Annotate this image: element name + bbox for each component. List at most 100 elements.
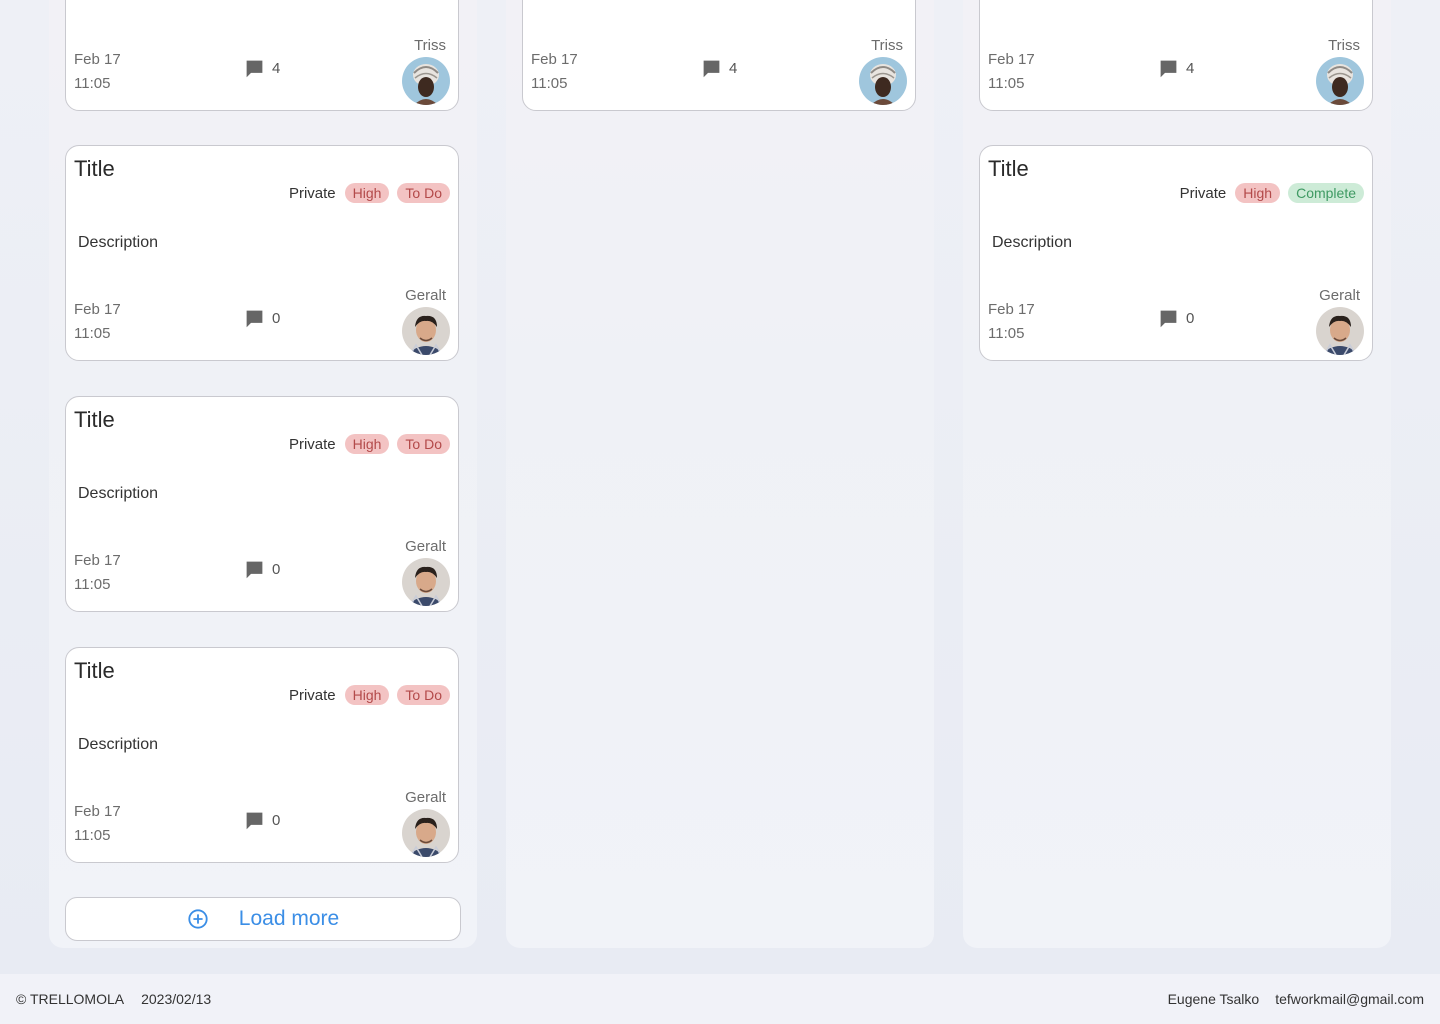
footer-left: © TRELLOMOLA 2023/02/13	[16, 991, 211, 1007]
card-date-time: 11:05	[74, 325, 111, 342]
card-description: Description	[78, 234, 159, 251]
avatar[interactable]	[1316, 307, 1364, 355]
avatar[interactable]	[402, 307, 450, 355]
card-description: Description	[78, 485, 159, 502]
comment-count: 4	[729, 60, 738, 77]
card-date: Feb 17 11:05	[74, 48, 121, 96]
footer-date: 2023/02/13	[141, 991, 212, 1007]
footer-author: Eugene Tsalko	[1167, 991, 1260, 1007]
status-badge: To Do	[397, 183, 450, 203]
comment-icon	[246, 310, 263, 328]
footer-right: Eugene Tsalko tefworkmail@gmail.com	[1168, 991, 1424, 1007]
visibility-label: Private	[288, 686, 336, 704]
card-date: Feb 17 11:05	[988, 298, 1035, 346]
board-column: Feb 17 11:05 4 Triss	[506, 0, 934, 948]
card-date: Feb 17 11:05	[74, 298, 121, 346]
task-card[interactable]: Feb 17 11:05 4 Triss	[979, 0, 1373, 111]
card-description: Description	[78, 736, 159, 753]
avatar[interactable]	[402, 809, 450, 857]
comment-count: 4	[272, 60, 281, 77]
card-comments[interactable]: 0	[1158, 308, 1194, 329]
priority-badge: High	[344, 183, 390, 203]
visibility-label: Private	[288, 435, 336, 453]
avatar[interactable]	[1316, 57, 1364, 105]
comment-count: 0	[1186, 310, 1195, 327]
card-date-time: 11:05	[74, 75, 111, 92]
status-badge: Complete	[1288, 183, 1364, 203]
visibility-label: Private	[1179, 184, 1227, 202]
avatar[interactable]	[859, 57, 907, 105]
task-board: Feb 17 11:05 4 Triss Title Private High …	[0, 0, 1440, 974]
card-user-name: Geralt	[405, 789, 446, 806]
card-date-time: 11:05	[74, 827, 111, 844]
card-date-day: Feb 17	[531, 51, 578, 68]
card-date-day: Feb 17	[988, 301, 1035, 318]
card-title: Title	[74, 407, 115, 432]
comment-count: 0	[272, 812, 281, 829]
card-date: Feb 17 11:05	[988, 48, 1035, 96]
card-comments[interactable]: 0	[244, 810, 280, 831]
comment-icon	[703, 60, 720, 78]
visibility-label: Private	[288, 184, 336, 202]
board-column: Feb 17 11:05 4 Triss Title Private High …	[963, 0, 1391, 948]
card-badges: Private High To Do	[289, 434, 450, 454]
card-title: Title	[74, 658, 115, 683]
card-date-time: 11:05	[531, 75, 568, 92]
card-comments[interactable]: 4	[701, 58, 737, 79]
card-badges: Private High To Do	[289, 685, 450, 705]
priority-badge: High	[1235, 183, 1281, 203]
task-card[interactable]: Title Private High To Do Description Feb…	[65, 396, 459, 612]
card-date-day: Feb 17	[74, 301, 121, 318]
card-comments[interactable]: 0	[244, 559, 280, 580]
status-badge: To Do	[397, 434, 450, 454]
card-description: Description	[992, 234, 1073, 251]
card-user-name: Triss	[1328, 37, 1360, 54]
task-card[interactable]: Title Private High To Do Description Feb…	[65, 145, 459, 361]
card-user-name: Geralt	[1319, 287, 1360, 304]
comment-icon	[246, 812, 263, 830]
comment-icon	[246, 561, 263, 579]
comment-count: 0	[272, 310, 281, 327]
priority-badge: High	[344, 685, 390, 705]
comment-icon	[246, 60, 263, 78]
priority-badge: High	[344, 434, 390, 454]
card-date-day: Feb 17	[74, 552, 121, 569]
load-more-label: Load more	[238, 907, 340, 930]
task-card[interactable]: Title Private High To Do Description Feb…	[65, 647, 459, 863]
status-badge: To Do	[397, 685, 450, 705]
card-user-name: Geralt	[405, 538, 446, 555]
card-comments[interactable]: 4	[1158, 58, 1194, 79]
card-date: Feb 17 11:05	[531, 48, 578, 96]
load-more-button[interactable]: Load more	[65, 897, 461, 941]
page-footer: © TRELLOMOLA 2023/02/13 Eugene Tsalko te…	[0, 974, 1440, 1024]
task-card[interactable]: Feb 17 11:05 4 Triss	[522, 0, 916, 111]
comment-icon	[1160, 60, 1177, 78]
card-date-day: Feb 17	[74, 51, 121, 68]
comment-count: 4	[1186, 60, 1195, 77]
card-title: Title	[988, 156, 1029, 181]
avatar[interactable]	[402, 57, 450, 105]
card-date-day: Feb 17	[988, 51, 1035, 68]
board-column: Feb 17 11:05 4 Triss Title Private High …	[49, 0, 477, 948]
footer-email-link[interactable]: tefworkmail@gmail.com	[1275, 991, 1424, 1007]
card-badges: Private High To Do	[289, 183, 450, 203]
add-circle-icon	[188, 909, 208, 929]
card-user-name: Triss	[871, 37, 903, 54]
comment-icon	[1160, 310, 1177, 328]
comment-count: 0	[272, 561, 281, 578]
avatar[interactable]	[402, 558, 450, 606]
task-card[interactable]: Feb 17 11:05 4 Triss	[65, 0, 459, 111]
card-date: Feb 17 11:05	[74, 800, 121, 848]
card-date-time: 11:05	[74, 576, 111, 593]
card-date-day: Feb 17	[74, 803, 121, 820]
card-date-time: 11:05	[988, 325, 1025, 342]
task-card[interactable]: Title Private High Complete Description …	[979, 145, 1373, 361]
card-date-time: 11:05	[988, 75, 1025, 92]
card-comments[interactable]: 4	[244, 58, 280, 79]
footer-copyright: © TRELLOMOLA	[16, 991, 125, 1007]
card-comments[interactable]: 0	[244, 308, 280, 329]
card-user-name: Geralt	[405, 287, 446, 304]
card-user-name: Triss	[414, 37, 446, 54]
card-badges: Private High Complete	[1180, 183, 1364, 203]
card-title: Title	[74, 156, 115, 181]
